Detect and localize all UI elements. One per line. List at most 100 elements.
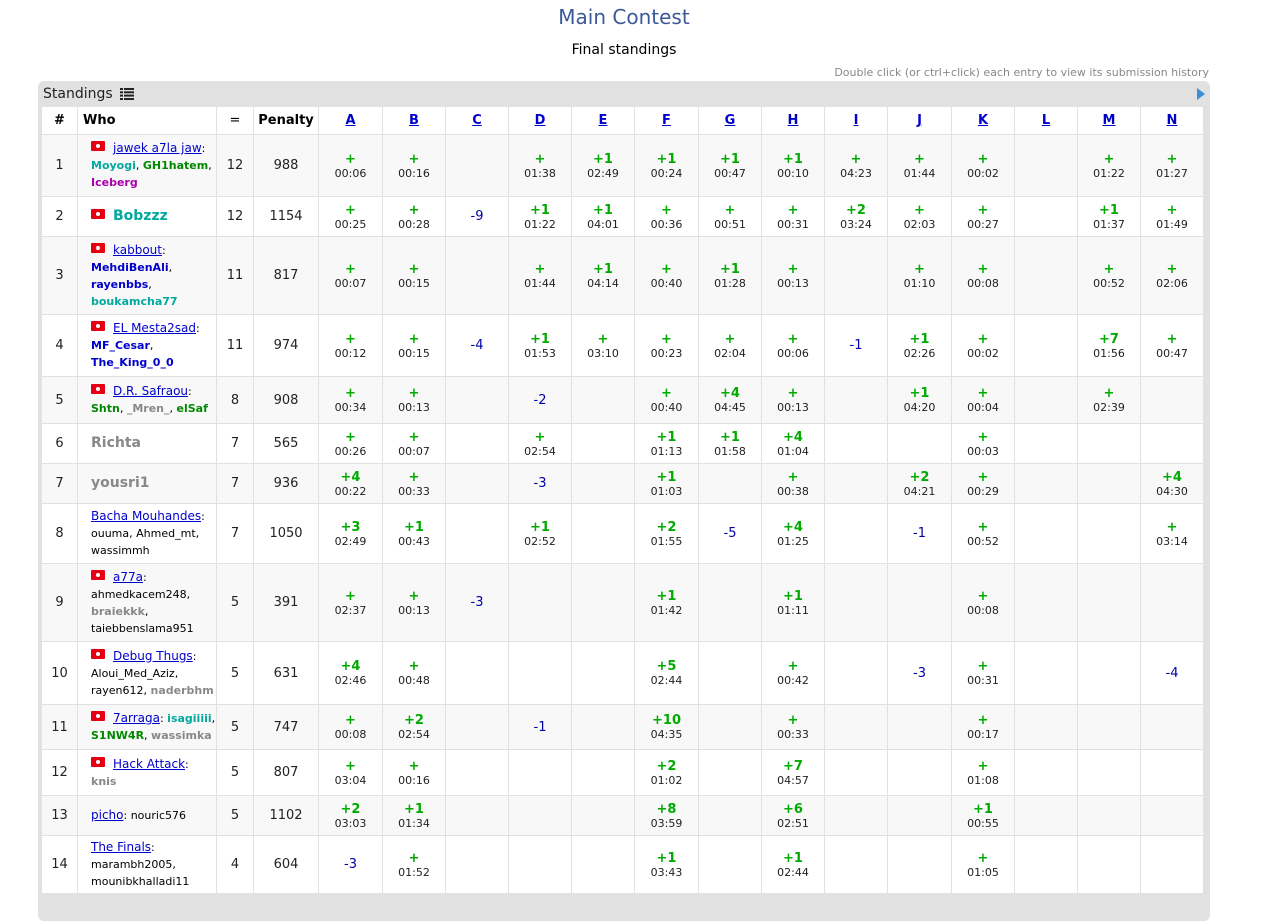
problem-cell-k[interactable]: +00:52 (951, 503, 1015, 564)
problem-cell-n[interactable] (1140, 423, 1204, 464)
problem-link-b[interactable]: B (409, 113, 419, 128)
problem-cell-h[interactable]: +00:42 (761, 641, 825, 705)
problem-cell-m[interactable]: +02:39 (1077, 376, 1141, 424)
problem-cell-g[interactable] (698, 749, 762, 796)
problem-cell-a[interactable]: +00:25 (318, 196, 383, 237)
problem-cell-m[interactable] (1077, 704, 1141, 750)
problem-cell-a[interactable]: +2 03:03 (318, 795, 383, 836)
team-member[interactable]: ahmedkacem248 (91, 588, 187, 601)
team-member[interactable]: isagiiiii (167, 712, 211, 725)
team-member[interactable]: braiekkk (91, 605, 145, 618)
problem-cell-k[interactable]: +00:31 (951, 641, 1015, 705)
problem-cell-j[interactable]: -1 (887, 503, 952, 564)
problem-cell-k[interactable]: +00:08 (951, 236, 1015, 315)
problem-cell-l[interactable] (1014, 835, 1078, 894)
problem-cell-c[interactable] (445, 704, 509, 750)
problem-cell-d[interactable] (508, 795, 572, 836)
problem-cell-f[interactable]: +2 01:55 (634, 503, 699, 564)
problem-cell-f[interactable]: +8 03:59 (634, 795, 699, 836)
problem-cell-l[interactable] (1014, 503, 1078, 564)
problem-cell-j[interactable]: +1 04:20 (887, 376, 952, 424)
problem-cell-m[interactable]: +00:52 (1077, 236, 1141, 315)
problem-cell-g[interactable] (698, 795, 762, 836)
team-member[interactable]: rayenbbs (91, 278, 148, 291)
problem-cell-b[interactable]: +1 01:34 (382, 795, 446, 836)
problem-cell-l[interactable] (1014, 563, 1078, 642)
table-row[interactable]: 7 yousri1 7 936 +4 00:22 +00:33 -3 +1 01:03 +00:38… (41, 463, 1204, 504)
problem-link-c[interactable]: C (472, 113, 482, 128)
problem-cell-c[interactable] (445, 376, 509, 424)
problem-cell-c[interactable]: -3 (445, 563, 509, 642)
problem-cell-n[interactable]: +4 04:30 (1140, 463, 1204, 504)
team-member[interactable]: knis (91, 775, 116, 788)
problem-cell-m[interactable]: +01:22 (1077, 134, 1141, 197)
problem-cell-g[interactable]: +00:51 (698, 196, 762, 237)
problem-cell-f[interactable]: +1 03:43 (634, 835, 699, 894)
team-name-link[interactable]: Bacha Mouhandes (91, 509, 201, 523)
team-member[interactable]: naderbhm (151, 684, 214, 697)
team-member[interactable]: taiebbenslama951 (91, 622, 194, 635)
team-member[interactable]: S1NW4R (91, 729, 144, 742)
problem-cell-h[interactable]: +1 00:10 (761, 134, 825, 197)
problem-cell-l[interactable] (1014, 704, 1078, 750)
problem-link-j[interactable]: J (917, 113, 922, 128)
problem-cell-f[interactable]: +00:36 (634, 196, 699, 237)
problem-cell-i[interactable] (824, 563, 888, 642)
problem-cell-k[interactable]: +00:17 (951, 704, 1015, 750)
problem-link-d[interactable]: D (535, 113, 546, 128)
problem-cell-c[interactable] (445, 423, 509, 464)
problem-cell-g[interactable] (698, 835, 762, 894)
problem-cell-d[interactable] (508, 563, 572, 642)
problem-cell-f[interactable]: +2 01:02 (634, 749, 699, 796)
table-row[interactable]: 12 Hack Attack: knis 5 807 +03:04 +00:16 +2 01:… (41, 749, 1204, 796)
problem-cell-b[interactable]: +00:16 (382, 134, 446, 197)
problem-cell-l[interactable] (1014, 236, 1078, 315)
problem-cell-f[interactable]: +10 04:35 (634, 704, 699, 750)
problem-cell-j[interactable]: +01:44 (887, 134, 952, 197)
problem-cell-b[interactable]: +1 00:43 (382, 503, 446, 564)
problem-cell-i[interactable] (824, 423, 888, 464)
problem-cell-e[interactable] (571, 704, 635, 750)
table-row[interactable]: 9 a77a: ahmedkacem248, braiekkk, taiebben… (41, 563, 1204, 642)
problem-cell-i[interactable] (824, 749, 888, 796)
problem-cell-g[interactable]: +4 04:45 (698, 376, 762, 424)
problem-cell-f[interactable]: +1 01:42 (634, 563, 699, 642)
team-name-link[interactable]: a77a (113, 570, 143, 584)
problem-cell-l[interactable] (1014, 749, 1078, 796)
problem-cell-l[interactable] (1014, 314, 1078, 377)
problem-cell-n[interactable] (1140, 704, 1204, 750)
problem-cell-b[interactable]: +2 02:54 (382, 704, 446, 750)
problem-cell-e[interactable] (571, 563, 635, 642)
table-row[interactable]: 4 EL Mesta2sad: MF_Cesar, The_King_0_0 11 9… (41, 314, 1204, 377)
problem-cell-l[interactable] (1014, 463, 1078, 504)
problem-cell-j[interactable] (887, 835, 952, 894)
problem-cell-j[interactable]: +02:03 (887, 196, 952, 237)
problem-cell-b[interactable]: +00:15 (382, 236, 446, 315)
problem-cell-e[interactable]: +1 04:01 (571, 196, 635, 237)
team-member[interactable]: MehdiBenAli (91, 261, 169, 274)
problem-cell-f[interactable]: +1 00:24 (634, 134, 699, 197)
problem-cell-c[interactable] (445, 134, 509, 197)
problem-cell-m[interactable]: +1 01:37 (1077, 196, 1141, 237)
problem-cell-n[interactable] (1140, 795, 1204, 836)
problem-cell-h[interactable]: +00:33 (761, 704, 825, 750)
problem-cell-c[interactable] (445, 795, 509, 836)
table-row[interactable]: 5 D.R. Safraou: Shtn, _Mren_, elSaf 8 908 +0… (41, 376, 1204, 424)
team-member[interactable]: mounibkhalladi11 (91, 875, 189, 888)
problem-cell-f[interactable]: +1 01:03 (634, 463, 699, 504)
problem-cell-j[interactable]: +1 02:26 (887, 314, 952, 377)
problem-cell-h[interactable]: +4 01:04 (761, 423, 825, 464)
problem-link-n[interactable]: N (1167, 113, 1178, 128)
problem-cell-k[interactable]: +00:08 (951, 563, 1015, 642)
problem-cell-g[interactable]: +1 01:58 (698, 423, 762, 464)
problem-cell-j[interactable] (887, 563, 952, 642)
problem-cell-m[interactable] (1077, 503, 1141, 564)
problem-cell-a[interactable]: +3 02:49 (318, 503, 383, 564)
problem-link-l[interactable]: L (1042, 113, 1050, 128)
problem-cell-a[interactable]: +00:06 (318, 134, 383, 197)
problem-cell-b[interactable]: +00:33 (382, 463, 446, 504)
problem-cell-g[interactable] (698, 641, 762, 705)
table-row[interactable]: 11 7arraga: isagiiiii, S1NW4R, wassimka 5 7… (41, 704, 1204, 750)
team-member[interactable]: wassimka (151, 729, 212, 742)
problem-cell-h[interactable]: +1 01:11 (761, 563, 825, 642)
